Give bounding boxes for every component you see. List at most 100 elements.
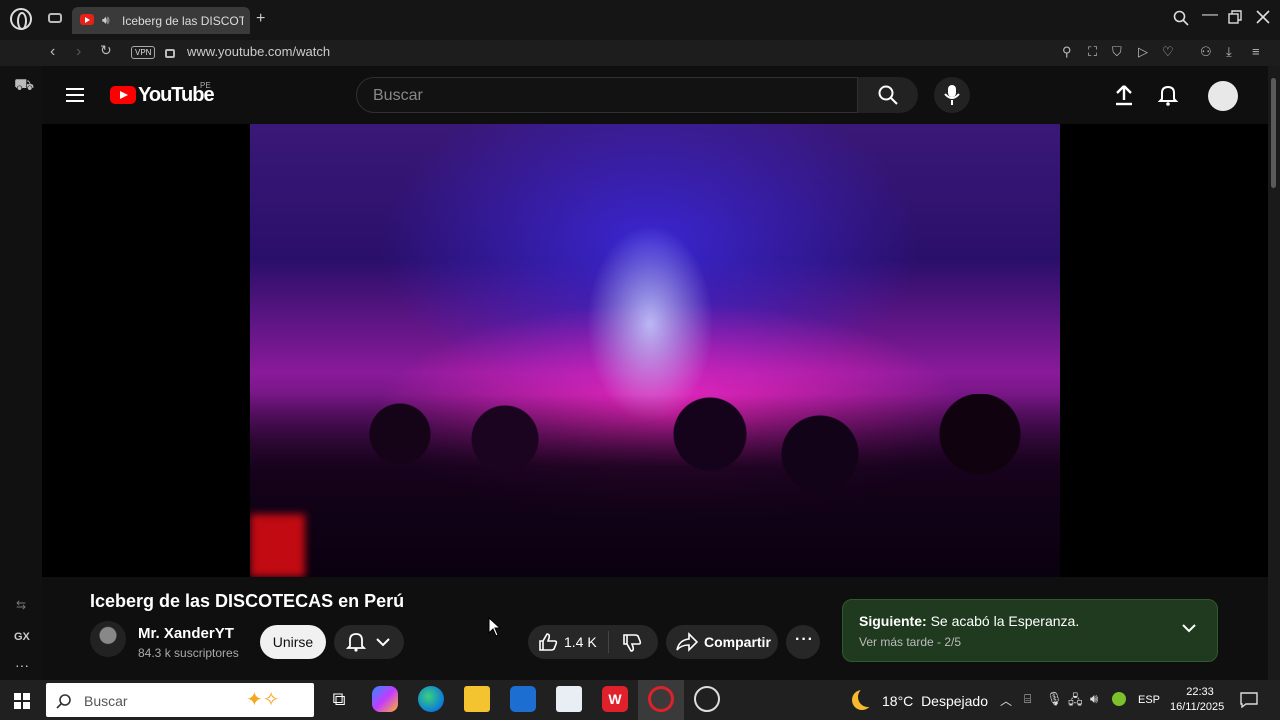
video-red-light xyxy=(250,514,305,577)
gx-corner-label[interactable]: GX xyxy=(14,631,30,643)
url-text[interactable]: www.youtube.com/watch xyxy=(187,44,330,59)
dislike-icon[interactable] xyxy=(622,633,642,653)
sidebar-more-icon[interactable]: ··· xyxy=(15,657,29,673)
browser-tab-bar: 🔊︎ Iceberg de las DISCOTECAS en Perú + — xyxy=(0,0,1280,40)
youtube-header: YouTube PE xyxy=(42,66,1268,124)
opera-gx-app-icon[interactable] xyxy=(648,686,674,712)
browser-sidebar: ⛟ ⇆ GX ··· xyxy=(0,66,42,680)
channel-avatar[interactable] xyxy=(90,621,126,657)
input-language[interactable]: ESP xyxy=(1138,694,1160,706)
more-actions-button[interactable]: ··· xyxy=(786,625,820,659)
video-title: Iceberg de las DISCOTECAS en Perú xyxy=(90,591,405,611)
subscription-bell-button[interactable] xyxy=(334,625,404,659)
nvidia-tray-icon[interactable] xyxy=(1112,692,1126,706)
next-title: Se acabó la Esperanza. xyxy=(930,613,1080,629)
reload-icon[interactable]: ↻ xyxy=(100,42,112,59)
like-icon[interactable] xyxy=(538,632,558,652)
share-button[interactable]: Compartir xyxy=(666,625,778,659)
join-button[interactable]: Unirse xyxy=(260,625,326,659)
tray-overflow-chevron-icon[interactable]: ︿ xyxy=(1000,692,1012,709)
moon-weather-icon[interactable] xyxy=(852,690,872,710)
lock-icon[interactable] xyxy=(165,49,175,58)
bell-icon xyxy=(346,633,366,652)
video-frame[interactable] xyxy=(250,124,1060,577)
user-avatar[interactable] xyxy=(1208,81,1238,111)
share-label: Compartir xyxy=(704,634,771,650)
search-highlights-sparkle-icon: ✦✧ xyxy=(246,689,280,711)
taskbar-search-input[interactable] xyxy=(82,683,226,719)
notepad-app-icon[interactable] xyxy=(556,686,582,712)
tray-microphone-icon[interactable]: 🎙︎ xyxy=(1046,691,1063,707)
windows-taskbar: ✦✧ ⧉ W 18°C Despejado ︿ ⌸ 🎙︎ 🖧︎ 🔊︎ ESP 2… xyxy=(0,680,1280,720)
playlist-next-card[interactable]: Siguiente: Se acabó la Esperanza. Ver má… xyxy=(842,599,1218,662)
youtube-favicon-icon xyxy=(80,14,94,25)
clock-time[interactable]: 22:33 xyxy=(1170,686,1230,698)
expand-chevron-icon[interactable] xyxy=(1181,622,1197,634)
browser-search-icon[interactable] xyxy=(1173,10,1189,26)
copilot-app-icon[interactable] xyxy=(372,686,398,712)
steam-app-icon[interactable] xyxy=(694,686,720,712)
video-player[interactable] xyxy=(42,124,1268,577)
sidebar-collapse-icon[interactable]: ⇆ xyxy=(16,598,26,612)
search-input[interactable] xyxy=(371,78,845,114)
wps-app-icon[interactable]: W xyxy=(602,686,628,712)
address-bar: ‹ › ↻ VPN www.youtube.com/watch ⚲ ⛶ ⛉ ▷ … xyxy=(0,40,1280,66)
download-icon[interactable]: ⤓ xyxy=(1226,44,1232,60)
tray-app-icon[interactable]: ⌸ xyxy=(1024,692,1031,707)
channel-name[interactable]: Mr. XanderYT xyxy=(138,625,234,642)
gx-control-icon[interactable]: ⛟ xyxy=(14,76,34,96)
profile-icon[interactable]: ⚇ xyxy=(1200,44,1212,60)
forward-icon[interactable]: › xyxy=(76,43,81,61)
taskbar-search-icon xyxy=(56,694,71,709)
next-video-label: Siguiente: Se acabó la Esperanza. xyxy=(859,613,1079,629)
close-icon[interactable] xyxy=(1256,10,1270,24)
chevron-down-icon xyxy=(376,638,390,647)
shield-icon[interactable]: ⛉ xyxy=(1112,44,1122,60)
taskbar-search-box[interactable]: ✦✧ xyxy=(46,683,314,719)
notification-center-icon[interactable] xyxy=(1240,692,1258,708)
back-icon[interactable]: ‹ xyxy=(50,43,55,61)
new-tab-plus-icon[interactable]: + xyxy=(256,10,265,28)
region-code: PE xyxy=(200,81,211,90)
temperature: 18°C xyxy=(882,693,914,709)
microphone-icon xyxy=(944,85,960,105)
playlist-position: Ver más tarde - 2/5 xyxy=(859,635,962,649)
guide-menu-icon[interactable] xyxy=(66,88,84,90)
weather-widget[interactable]: 18°C Despejado xyxy=(882,693,988,709)
volume-icon[interactable]: 🔊︎ xyxy=(1090,691,1098,707)
youtube-logo-icon[interactable] xyxy=(110,86,136,104)
video-info: Iceberg de las DISCOTECAS en Perú Mr. Xa… xyxy=(42,577,1268,680)
edge-app-icon[interactable] xyxy=(418,686,444,712)
notifications-bell-icon[interactable] xyxy=(1158,84,1178,106)
outlook-app-icon[interactable] xyxy=(510,686,536,712)
windows-start-icon[interactable] xyxy=(14,693,30,709)
snapshot-icon[interactable]: ⛶ xyxy=(1088,44,1097,60)
upload-icon[interactable] xyxy=(1114,84,1134,106)
menu-icon[interactable]: ≡ xyxy=(1252,44,1260,59)
opera-gx-logo-icon[interactable] xyxy=(10,8,32,30)
heart-icon[interactable]: ♡ xyxy=(1162,44,1174,60)
file-explorer-app-icon[interactable] xyxy=(464,686,490,712)
like-count[interactable]: 1.4 K xyxy=(564,634,597,650)
search-box[interactable] xyxy=(356,77,858,114)
tab-island-icon[interactable] xyxy=(48,13,62,23)
minimize-icon[interactable]: — xyxy=(1202,6,1218,24)
pin-icon[interactable]: ⚲ xyxy=(1062,44,1072,60)
search-button[interactable] xyxy=(858,77,918,113)
browser-tab-active[interactable]: 🔊︎ Iceberg de las DISCOTECAS en Perú xyxy=(72,7,250,34)
vpn-badge[interactable]: VPN xyxy=(131,46,156,59)
task-view-icon[interactable]: ⧉ xyxy=(326,686,352,712)
audio-playing-icon[interactable]: 🔊︎ xyxy=(102,13,110,28)
clock-date[interactable]: 16/11/2025 xyxy=(1170,701,1224,713)
voice-search-button[interactable] xyxy=(934,77,970,113)
page-scrollbar[interactable] xyxy=(1268,66,1280,680)
network-icon[interactable]: 🖧︎ xyxy=(1068,691,1083,713)
scrollbar-thumb[interactable] xyxy=(1271,78,1276,188)
restore-icon[interactable] xyxy=(1228,10,1243,25)
like-divider xyxy=(608,631,609,653)
weather-condition: Despejado xyxy=(921,693,988,709)
tab-title: Iceberg de las DISCOTECAS en Perú xyxy=(122,14,244,28)
more-horizontal-icon: ··· xyxy=(795,631,814,648)
next-prefix: Siguiente: xyxy=(859,613,927,629)
play-icon[interactable]: ▷ xyxy=(1138,44,1148,60)
